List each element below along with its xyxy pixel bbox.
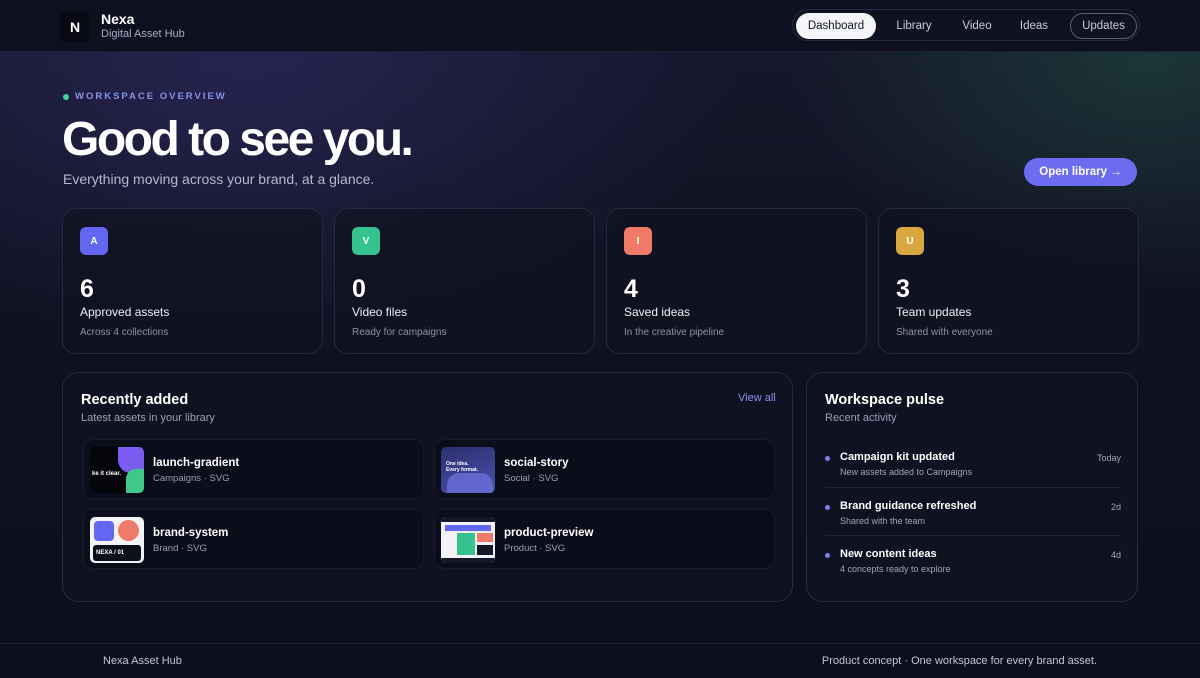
stat-note: Across 4 collections <box>80 327 169 338</box>
thumb-shape <box>447 473 493 493</box>
activity-title: Brand guidance refreshed <box>840 500 977 512</box>
activity-item[interactable]: Campaign kit updated New assets added to… <box>825 449 1121 489</box>
asset-card-brand-system[interactable]: NEXA / 01 brand-system Brand · SVG <box>83 509 424 569</box>
workspace-pulse-panel: Workspace pulse Recent activity Campaign… <box>806 372 1138 602</box>
brand-subtitle: Digital Asset Hub <box>101 28 185 40</box>
stat-card-team-updates: U 3 Team updates Shared with everyone <box>878 208 1139 354</box>
asset-card-social-story[interactable]: One idea. Every format. social-story Soc… <box>434 439 775 499</box>
main-nav: Dashboard Library Video Ideas Updates <box>792 9 1140 41</box>
stat-value: 4 <box>624 275 638 303</box>
asset-meta: Product · SVG <box>504 543 566 554</box>
view-all-link[interactable]: View all <box>738 392 776 404</box>
bullet-icon <box>825 456 830 461</box>
activity-item[interactable]: Brand guidance refreshed Shared with the… <box>825 498 1121 538</box>
asset-thumbnail <box>441 517 495 563</box>
activity-description: New assets added to Campaigns <box>840 467 973 477</box>
thumb-shape <box>477 533 493 542</box>
stat-value: 0 <box>352 275 366 303</box>
stat-badge: A <box>80 227 108 255</box>
stat-value: 3 <box>896 275 910 303</box>
page-subtitle: Everything moving across your brand, at … <box>63 171 375 187</box>
thumb-text: NEXA / 01 <box>96 550 125 556</box>
asset-name: launch-gradient <box>153 457 240 469</box>
asset-card-product-preview[interactable]: product-preview Product · SVG <box>434 509 775 569</box>
footer-brand: Nexa Asset Hub <box>103 655 182 667</box>
activity-title: Campaign kit updated <box>840 451 955 463</box>
activity-description: 4 concepts ready to explore <box>840 564 951 574</box>
open-library-button[interactable]: Open library → <box>1024 158 1137 186</box>
stat-label: Team updates <box>896 305 972 319</box>
activity-description: Shared with the team <box>840 516 926 526</box>
stat-card-approved-assets: A 6 Approved assets Across 4 collections <box>62 208 323 354</box>
activity-time: 4d <box>1110 550 1121 560</box>
panel-title: Workspace pulse <box>825 392 945 408</box>
logo[interactable]: N <box>60 12 90 42</box>
status-dot-icon <box>63 93 69 100</box>
eyebrow: WORKSPACE OVERVIEW <box>63 91 227 102</box>
stat-badge: V <box>352 227 380 255</box>
stat-card-saved-ideas: I 4 Saved ideas In the creative pipeline <box>606 208 867 354</box>
stat-value: 6 <box>80 275 94 303</box>
asset-thumbnail: NEXA / 01 <box>90 517 144 563</box>
stat-note: Shared with everyone <box>896 327 993 338</box>
divider <box>825 487 1121 488</box>
asset-name: brand-system <box>153 527 229 539</box>
asset-card-launch-gradient[interactable]: ke it clear. launch-gradient Campaigns ·… <box>83 439 424 499</box>
bullet-icon <box>825 505 830 510</box>
stat-note: Ready for campaigns <box>352 327 447 338</box>
nav-library[interactable]: Library <box>883 13 945 39</box>
nav-ideas[interactable]: Ideas <box>1009 13 1059 39</box>
brand-name: Nexa <box>101 11 135 27</box>
page-title: Good to see you. <box>62 113 414 166</box>
thumb-text: ke it clear. <box>92 471 122 477</box>
thumb-shape <box>118 520 139 541</box>
panel-title: Recently added <box>81 392 189 408</box>
nav-dashboard[interactable]: Dashboard <box>796 13 876 39</box>
bullet-icon <box>825 553 830 558</box>
thumb-text: One idea. Every format. <box>446 461 478 473</box>
asset-meta: Campaigns · SVG <box>153 473 230 484</box>
nav-updates[interactable]: Updates <box>1070 13 1137 39</box>
activity-time: Today <box>1096 453 1121 463</box>
stat-label: Approved assets <box>80 305 170 319</box>
stat-badge: U <box>896 227 924 255</box>
stat-label: Video files <box>352 305 408 319</box>
asset-meta: Brand · SVG <box>153 543 207 554</box>
thumb-shape <box>441 558 495 563</box>
thumb-shape <box>94 521 114 541</box>
thumb-shape <box>457 533 475 555</box>
thumb-shape <box>445 525 491 531</box>
asset-thumbnail: One idea. Every format. <box>441 447 495 493</box>
footer-tagline: Product concept · One workspace for ever… <box>821 655 1097 667</box>
activity-title: New content ideas <box>840 548 937 560</box>
top-bar: N Nexa Digital Asset Hub Dashboard Libra… <box>0 0 1200 52</box>
thumb-shape <box>126 469 144 493</box>
asset-name: social-story <box>504 457 569 469</box>
asset-meta: Social · SVG <box>504 473 559 484</box>
asset-thumbnail: ke it clear. <box>90 447 144 493</box>
divider <box>825 535 1121 536</box>
stat-badge: I <box>624 227 652 255</box>
recently-added-panel: Recently added Latest assets in your lib… <box>62 372 793 602</box>
panel-subtitle: Recent activity <box>825 412 897 424</box>
activity-time: 2d <box>1110 502 1121 512</box>
eyebrow-label: WORKSPACE OVERVIEW <box>75 91 227 102</box>
stat-card-video-files: V 0 Video files Ready for campaigns <box>334 208 595 354</box>
asset-name: product-preview <box>504 527 594 539</box>
footer: Nexa Asset Hub Product concept · One wor… <box>0 643 1200 678</box>
panel-subtitle: Latest assets in your library <box>81 412 215 424</box>
nav-video[interactable]: Video <box>951 13 1003 39</box>
stat-note: In the creative pipeline <box>624 327 725 338</box>
stat-label: Saved ideas <box>624 305 691 319</box>
thumb-shape <box>441 517 495 522</box>
activity-item[interactable]: New content ideas 4 concepts ready to ex… <box>825 546 1121 586</box>
thumb-shape <box>477 545 493 555</box>
